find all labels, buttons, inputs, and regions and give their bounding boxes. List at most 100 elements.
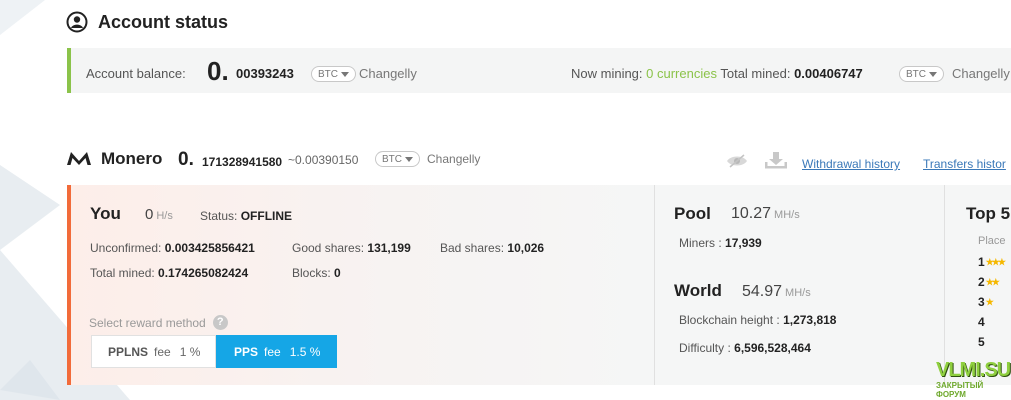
pool-hashrate-value: 10.27 [731, 205, 772, 222]
currency-dropdown-2[interactable]: BTC [899, 66, 944, 82]
rank-number: 2 [978, 275, 985, 289]
pool-hashrate-unit: MH/s [774, 209, 800, 221]
top5-title: Top 5 [966, 204, 1011, 223]
divider [654, 185, 655, 385]
blocks-stat: Blocks: 0 [292, 266, 341, 280]
blockchain-height-stat: Blockchain height : 1,273,818 [679, 313, 836, 327]
transfers-history-link[interactable]: Transfers histor [923, 157, 1006, 171]
you-total-mined-label: Total mined: [90, 266, 155, 280]
watermark-line1: VLMI.SU [936, 359, 1011, 381]
rank-number: 1 [978, 255, 985, 269]
watermark-line2: ЗАКРЫТЫЙ ФОРУМ [936, 381, 984, 399]
reward-method-text: Select reward method [89, 315, 206, 330]
rank-number: 5 [978, 335, 985, 349]
good-shares-value: 131,199 [367, 241, 411, 255]
total-mined-label: Total mined: [720, 66, 791, 81]
pplns-fee-value: 1 % [179, 344, 201, 359]
good-shares-label: Good shares: [292, 241, 365, 255]
user-circle-icon [66, 11, 88, 33]
pool-miners-stat: Miners : 17,939 [679, 236, 762, 250]
place-header: Place [978, 235, 1006, 247]
world-title: World [674, 281, 722, 300]
pool-title: Pool [674, 204, 711, 223]
pool-miners-value: 17,939 [725, 236, 762, 250]
reward-method-label: Select reward method? [89, 315, 228, 330]
pplns-option[interactable]: PPLNS fee 1 % [91, 335, 216, 368]
blockchain-height-label: Blockchain height : [679, 313, 780, 327]
you-total-mined-value: 0.174265082424 [158, 266, 249, 280]
you-title: You [90, 204, 121, 223]
monero-currency-dropdown[interactable]: BTC [375, 151, 420, 167]
pool-miners-label: Miners : [679, 236, 722, 250]
difficulty-stat: Difficulty : 6,596,528,464 [679, 341, 811, 355]
account-status-header: Account status [66, 11, 228, 33]
star-icon: ★★★ [985, 256, 1006, 267]
help-icon[interactable]: ? [212, 315, 228, 330]
now-mining-info: Now mining: 0 currencies Total mined: 0.… [571, 66, 863, 81]
pool-hashrate: 10.27 MH/s [731, 205, 800, 223]
pplns-fee-label: fee [154, 344, 171, 359]
rank-1: 1 ★★★ [978, 255, 1006, 269]
difficulty-label: Difficulty : [679, 341, 731, 355]
difficulty-value: 6,596,528,464 [734, 341, 811, 355]
blockchain-height-value: 1,273,818 [783, 313, 837, 327]
monero-changelly-link[interactable]: Changelly [427, 152, 480, 166]
pplns-label: PPLNS [108, 344, 149, 359]
unconfirmed-value: 0.003425856421 [164, 241, 255, 255]
currency-dropdown-2-label: BTC [906, 68, 926, 80]
withdrawal-history-link[interactable]: Withdrawal history [802, 157, 900, 171]
account-balance-bar: Account balance: 0. 00393243 BTC Changel… [67, 48, 1011, 93]
bad-shares-stat: Bad shares: 10,026 [440, 241, 544, 255]
download-tray-icon[interactable] [764, 151, 788, 169]
pps-fee-label: fee [264, 344, 281, 359]
changelly-link[interactable]: Changelly [359, 66, 417, 81]
you-hashrate: 0 H/s [145, 206, 173, 223]
account-status-title: Account status [98, 11, 229, 32]
world-hashrate: 54.97 MH/s [742, 283, 811, 301]
you-total-mined-stat: Total mined: 0.174265082424 [90, 266, 248, 280]
monero-btc-approx: ~0.00390150 [288, 153, 359, 167]
currency-dropdown-label: BTC [318, 68, 338, 80]
changelly-link-2[interactable]: Changelly [952, 66, 1010, 81]
divider-2 [944, 185, 945, 385]
now-mining-label: Now mining: [571, 66, 643, 81]
monero-logo-icon [67, 152, 91, 165]
star-icon: ★★ [985, 276, 1000, 287]
watermark-logo: VLMI.SU ЗАКРЫТЫЙ ФОРУМ [936, 360, 1011, 399]
rank-2: 2 ★★ [978, 275, 1000, 289]
bad-shares-value: 10,026 [507, 241, 545, 255]
rank-number: 4 [978, 315, 985, 329]
you-section: You 0 H/s Status: OFFLINE Unconfirmed: 0.… [71, 185, 654, 385]
now-mining-value[interactable]: 0 currencies [646, 66, 717, 81]
chevron-down-icon [929, 71, 937, 77]
hide-eye-icon[interactable] [726, 154, 748, 168]
bad-shares-label: Bad shares: [440, 241, 505, 255]
world-hashrate-unit: MH/s [785, 287, 811, 299]
chevron-down-icon [405, 156, 413, 162]
rank-number: 3 [978, 295, 985, 309]
rank-3: 3 ★ [978, 295, 994, 309]
account-balance-label: Account balance: [86, 66, 186, 81]
rank-5: 5 [978, 335, 985, 349]
pps-label: PPS [234, 344, 259, 359]
good-shares-stat: Good shares: 131,199 [292, 241, 411, 255]
pps-option[interactable]: PPS fee 1.5 % [216, 335, 337, 368]
you-hashrate-value: 0 [145, 206, 154, 223]
monero-currency-label: BTC [382, 153, 402, 165]
monero-balance-int: 0. [178, 149, 194, 170]
reward-method-toggle: PPLNS fee 1 % PPS fee 1.5 % [91, 335, 337, 368]
monero-title: Monero [101, 149, 163, 168]
star-icon: ★ [985, 296, 994, 307]
blocks-value: 0 [334, 266, 341, 280]
monero-header: Monero 0. 171328941580 ~0.00390150 BTC C… [66, 148, 1011, 172]
blocks-label: Blocks: [292, 266, 331, 280]
you-status: Status: OFFLINE [200, 209, 292, 223]
total-mined-value: 0.00406747 [794, 66, 863, 81]
pps-fee-value: 1.5 % [289, 344, 321, 359]
rank-4: 4 [978, 315, 985, 329]
unconfirmed-stat: Unconfirmed: 0.003425856421 [90, 241, 255, 255]
unconfirmed-label: Unconfirmed: [90, 241, 162, 255]
status-label: Status: [200, 209, 238, 223]
chevron-down-icon [341, 71, 349, 77]
currency-dropdown[interactable]: BTC [311, 66, 356, 82]
